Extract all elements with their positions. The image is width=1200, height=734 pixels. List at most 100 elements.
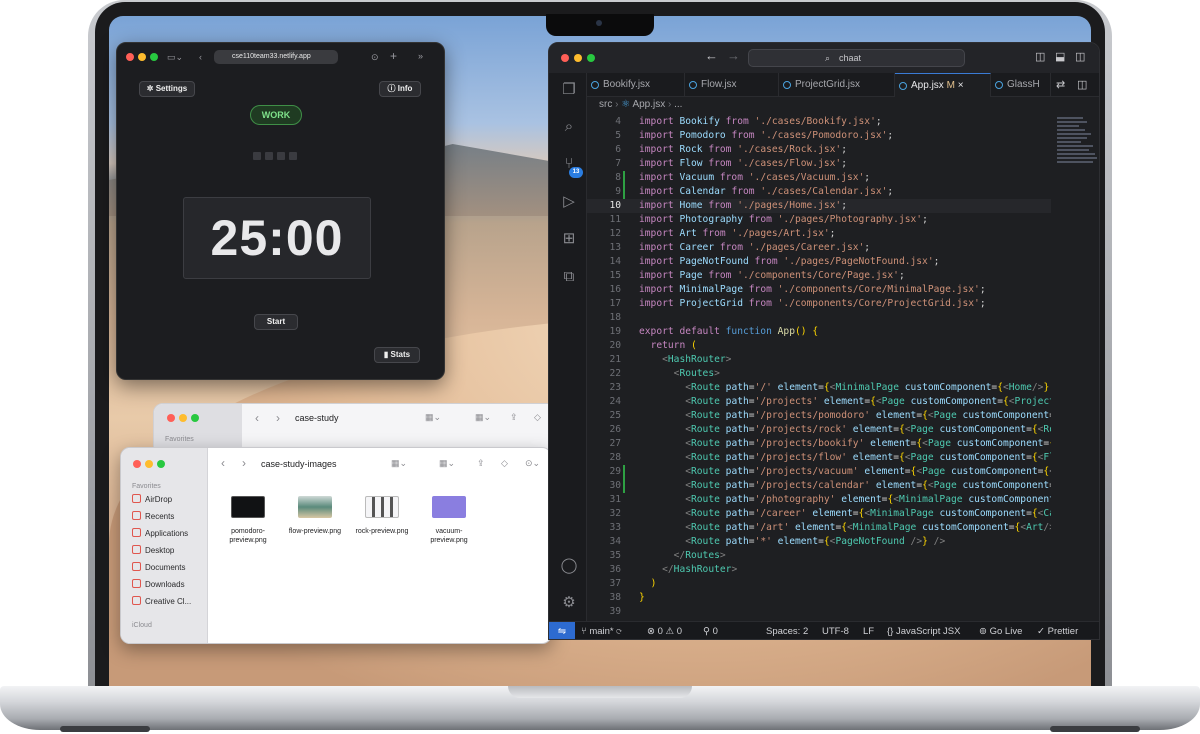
line-number[interactable]: 26: [587, 423, 621, 437]
forward-arrow-icon[interactable]: ›: [276, 411, 280, 425]
breadcrumb-folder[interactable]: src: [599, 99, 612, 110]
line-number[interactable]: 20: [587, 339, 621, 353]
forward-arrow-icon[interactable]: ›: [242, 456, 246, 470]
code-line[interactable]: 13 import Career from './pages/Career.jsx…: [587, 241, 1051, 255]
zoom-window-button[interactable]: [587, 54, 595, 62]
line-number[interactable]: 31: [587, 493, 621, 507]
back-arrow-icon[interactable]: ‹: [255, 411, 259, 425]
gear-icon[interactable]: ⚙: [560, 594, 578, 612]
line-number[interactable]: 9: [587, 185, 621, 199]
zoom-window-button[interactable]: [150, 53, 158, 61]
zoom-window-button[interactable]: [157, 460, 165, 468]
code-line[interactable]: 27 <Route path='/projects/bookify' eleme…: [587, 437, 1051, 451]
toggle-panel-icon[interactable]: ⬓: [1055, 52, 1065, 63]
group-icon[interactable]: ▦⌄: [475, 412, 491, 423]
code-line[interactable]: 29 <Route path='/projects/vacuum' elemen…: [587, 465, 1051, 479]
line-number[interactable]: 23: [587, 381, 621, 395]
line-number[interactable]: 39: [587, 605, 621, 619]
code-line[interactable]: 11 import Photography from './pages/Photo…: [587, 213, 1051, 227]
tag-icon[interactable]: ◇: [534, 412, 541, 423]
code-line[interactable]: 6 import Rock from './cases/Rock.jsx';: [587, 143, 1051, 157]
line-number[interactable]: 19: [587, 325, 621, 339]
git-modified-gutter[interactable]: [623, 171, 625, 185]
tab-projectgrid[interactable]: ProjectGrid.jsx: [779, 73, 895, 97]
line-number[interactable]: 18: [587, 311, 621, 325]
sidebar-item-applications[interactable]: Applications: [132, 528, 188, 540]
close-window-button[interactable]: [133, 460, 141, 468]
ports-indicator[interactable]: ⚲ 0: [703, 622, 718, 639]
line-number[interactable]: 4: [587, 115, 621, 129]
code-line[interactable]: 36 </HashRouter>: [587, 563, 1051, 577]
code-line[interactable]: 15 import Page from './components/Core/Pa…: [587, 269, 1051, 283]
code-line[interactable]: 4 import Bookify from './cases/Bookify.js…: [587, 115, 1051, 129]
problems-indicator[interactable]: ⊗ 0 ⚠ 0: [647, 622, 682, 639]
minimap[interactable]: [1053, 115, 1099, 215]
sidebar-item-desktop[interactable]: Desktop: [132, 545, 174, 557]
file-pomodoro-preview[interactable]: pomodoro- preview.png: [218, 496, 278, 545]
run-debug-icon[interactable]: ▷: [560, 193, 578, 211]
code-line[interactable]: 37 ): [587, 577, 1051, 591]
code-line[interactable]: 9 import Calendar from './cases/Calendar.…: [587, 185, 1051, 199]
tab-bookify[interactable]: Bookify.jsx: [587, 73, 685, 97]
code-line[interactable]: 7 import Flow from './cases/Flow.jsx';: [587, 157, 1051, 171]
extensions-icon[interactable]: ⊞: [560, 230, 578, 248]
code-line[interactable]: 17 import ProjectGrid from './components/…: [587, 297, 1051, 311]
explorer-icon[interactable]: ❐: [560, 81, 578, 99]
git-modified-gutter[interactable]: [623, 465, 625, 479]
line-number[interactable]: 22: [587, 367, 621, 381]
forward-arrow-icon[interactable]: →: [727, 49, 740, 62]
share-icon[interactable]: ⇪: [477, 458, 485, 469]
split-editor-icon[interactable]: ◫: [1077, 80, 1087, 91]
code-line[interactable]: 10 import Home from './pages/Home.jsx';: [587, 199, 1051, 213]
code-line[interactable]: 35 </Routes>: [587, 549, 1051, 563]
close-window-button[interactable]: [561, 54, 569, 62]
code-line[interactable]: 24 <Route path='/projects' element={<Pag…: [587, 395, 1051, 409]
address-bar[interactable]: cse110team33.netlify.app: [214, 50, 338, 64]
zoom-window-button[interactable]: [191, 414, 199, 422]
line-number[interactable]: 11: [587, 213, 621, 227]
line-number[interactable]: 7: [587, 157, 621, 171]
group-icon[interactable]: ▦⌄: [439, 458, 455, 469]
encoding-setting[interactable]: UTF-8: [822, 622, 849, 639]
tag-icon[interactable]: ◇: [501, 458, 508, 469]
back-arrow-icon[interactable]: ←: [705, 49, 718, 62]
line-number[interactable]: 38: [587, 591, 621, 605]
go-live-button[interactable]: ⊚ Go Live: [979, 622, 1022, 639]
file-rock-preview[interactable]: rock-preview.png: [352, 496, 412, 536]
code-line[interactable]: 8 import Vacuum from './cases/Vacuum.jsx'…: [587, 171, 1051, 185]
back-arrow-icon[interactable]: ‹: [199, 52, 202, 62]
back-arrow-icon[interactable]: ‹: [221, 456, 225, 470]
code-editor[interactable]: 4 import Bookify from './cases/Bookify.js…: [587, 115, 1051, 621]
line-number[interactable]: 5: [587, 129, 621, 143]
minimize-window-button[interactable]: [138, 53, 146, 61]
close-icon[interactable]: ×: [958, 80, 964, 91]
file-vacuum-preview[interactable]: vacuum- preview.png: [419, 496, 479, 545]
settings-button[interactable]: ✲ Settings: [139, 81, 195, 97]
eol-setting[interactable]: LF: [863, 622, 874, 639]
share-icon[interactable]: ⇪: [510, 412, 518, 423]
more-options-icon[interactable]: ⊙⌄: [525, 458, 540, 469]
line-number[interactable]: 33: [587, 521, 621, 535]
account-icon[interactable]: ◯: [560, 557, 578, 575]
prettier-status[interactable]: ✓ Prettier: [1037, 622, 1078, 639]
sidebar-item-airdrop[interactable]: AirDrop: [132, 494, 172, 506]
code-line[interactable]: 19 export default function App() {: [587, 325, 1051, 339]
git-branch[interactable]: ⑂ main* ⟳: [581, 622, 622, 639]
tab-glassh[interactable]: GlassH: [991, 73, 1051, 97]
code-line[interactable]: 21 <HashRouter>: [587, 353, 1051, 367]
line-number[interactable]: 13: [587, 241, 621, 255]
code-line[interactable]: 18: [587, 311, 1051, 325]
line-number[interactable]: 16: [587, 283, 621, 297]
work-mode-badge[interactable]: WORK: [250, 105, 302, 125]
tab-app[interactable]: App.jsx M ×: [895, 73, 991, 97]
file-flow-preview[interactable]: flow-preview.png: [285, 496, 345, 536]
view-grid-icon[interactable]: ▦⌄: [391, 458, 407, 469]
code-line[interactable]: 16 import MinimalPage from './components/…: [587, 283, 1051, 297]
line-number[interactable]: 10: [587, 199, 621, 213]
tab-flow[interactable]: Flow.jsx: [685, 73, 779, 97]
breadcrumb-file[interactable]: App.jsx: [632, 99, 665, 110]
language-mode[interactable]: {} JavaScript JSX: [887, 622, 960, 639]
git-modified-gutter[interactable]: [623, 479, 625, 493]
line-number[interactable]: 30: [587, 479, 621, 493]
line-number[interactable]: 14: [587, 255, 621, 269]
